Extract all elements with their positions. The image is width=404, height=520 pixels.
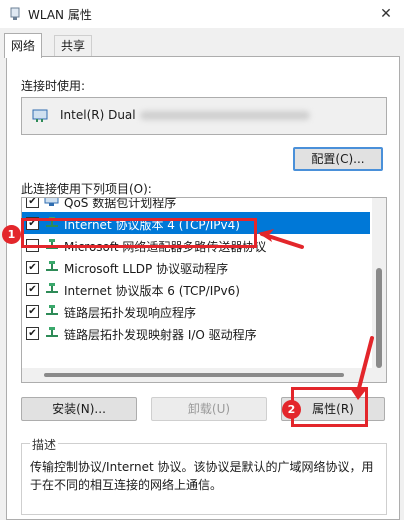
network-adapter-icon — [10, 7, 20, 20]
list-item[interactable]: ✔ 链路层拓扑发现映射器 I/O 驱动程序 — [22, 322, 370, 344]
item-label: 链路层拓扑发现映射器 I/O 驱动程序 — [64, 328, 257, 342]
tab-panel-network: 连接时使用: Intel(R) Dual 配置(C)... 此连接使用下列项目(… — [6, 56, 400, 520]
uninstall-button[interactable]: 卸载(U) — [151, 397, 267, 421]
title-bar: WLAN 属性 ✕ — [0, 0, 404, 28]
highlight-box-ipv4 — [21, 218, 257, 248]
item-checkbox[interactable]: ✔ — [26, 327, 39, 340]
list-item[interactable]: ✔ QoS 数据包计划程序 — [22, 197, 370, 212]
window-title: WLAN 属性 — [28, 8, 92, 22]
network-card-icon — [32, 109, 48, 122]
item-checkbox[interactable]: ✔ — [26, 305, 39, 318]
item-label: 链路层拓扑发现响应程序 — [64, 306, 197, 320]
network-protocol-icon — [46, 305, 58, 315]
step-badge-1: 1 — [2, 225, 21, 244]
qos-scheduler-icon — [44, 198, 59, 206]
connect-using-label: 连接时使用: — [21, 79, 86, 93]
list-item[interactable]: ✔ Microsoft LLDP 协议驱动程序 — [22, 256, 370, 278]
highlight-box-properties — [291, 387, 368, 427]
vertical-scroll-thumb[interactable] — [376, 268, 382, 368]
install-button[interactable]: 安装(N)... — [21, 397, 137, 421]
description-group: 描述 传输控制协议/Internet 协议。该协议是默认的广域网络协议，用于在不… — [21, 436, 387, 515]
close-button[interactable]: ✕ — [368, 0, 404, 28]
item-checkbox[interactable]: ✔ — [26, 261, 39, 274]
network-protocol-icon — [46, 261, 58, 271]
list-item[interactable]: ✔ 链路层拓扑发现响应程序 — [22, 300, 370, 322]
network-protocol-icon — [46, 283, 58, 293]
description-title: 描述 — [30, 436, 59, 453]
vertical-scrollbar[interactable] — [372, 198, 386, 368]
item-label: Microsoft LLDP 协议驱动程序 — [64, 262, 229, 276]
configure-button[interactable]: 配置(C)... — [293, 147, 383, 171]
list-item[interactable]: ✔ Internet 协议版本 6 (TCP/IPv6) — [22, 278, 370, 300]
blurred-adapter-name — [140, 111, 310, 120]
step-badge-2: 2 — [282, 400, 301, 419]
tab-network[interactable]: 网络 — [4, 33, 43, 58]
network-protocol-icon — [46, 327, 58, 337]
adapter-box: Intel(R) Dual — [21, 97, 387, 135]
tab-sharing[interactable]: 共享 — [54, 35, 93, 56]
items-label: 此连接使用下列项目(O): — [21, 182, 152, 196]
tab-strip: 网络 共享 — [0, 28, 404, 58]
item-checkbox[interactable]: ✔ — [26, 198, 39, 208]
horizontal-scroll-thumb[interactable] — [44, 373, 344, 377]
description-text: 传输控制协议/Internet 协议。该协议是默认的广域网络协议，用于在不同的相… — [30, 460, 374, 492]
item-label: Internet 协议版本 6 (TCP/IPv6) — [64, 284, 240, 298]
horizontal-scrollbar[interactable] — [22, 368, 386, 382]
item-label: QoS 数据包计划程序 — [64, 197, 177, 210]
adapter-name: Intel(R) Dual — [60, 108, 136, 122]
item-checkbox[interactable]: ✔ — [26, 283, 39, 296]
